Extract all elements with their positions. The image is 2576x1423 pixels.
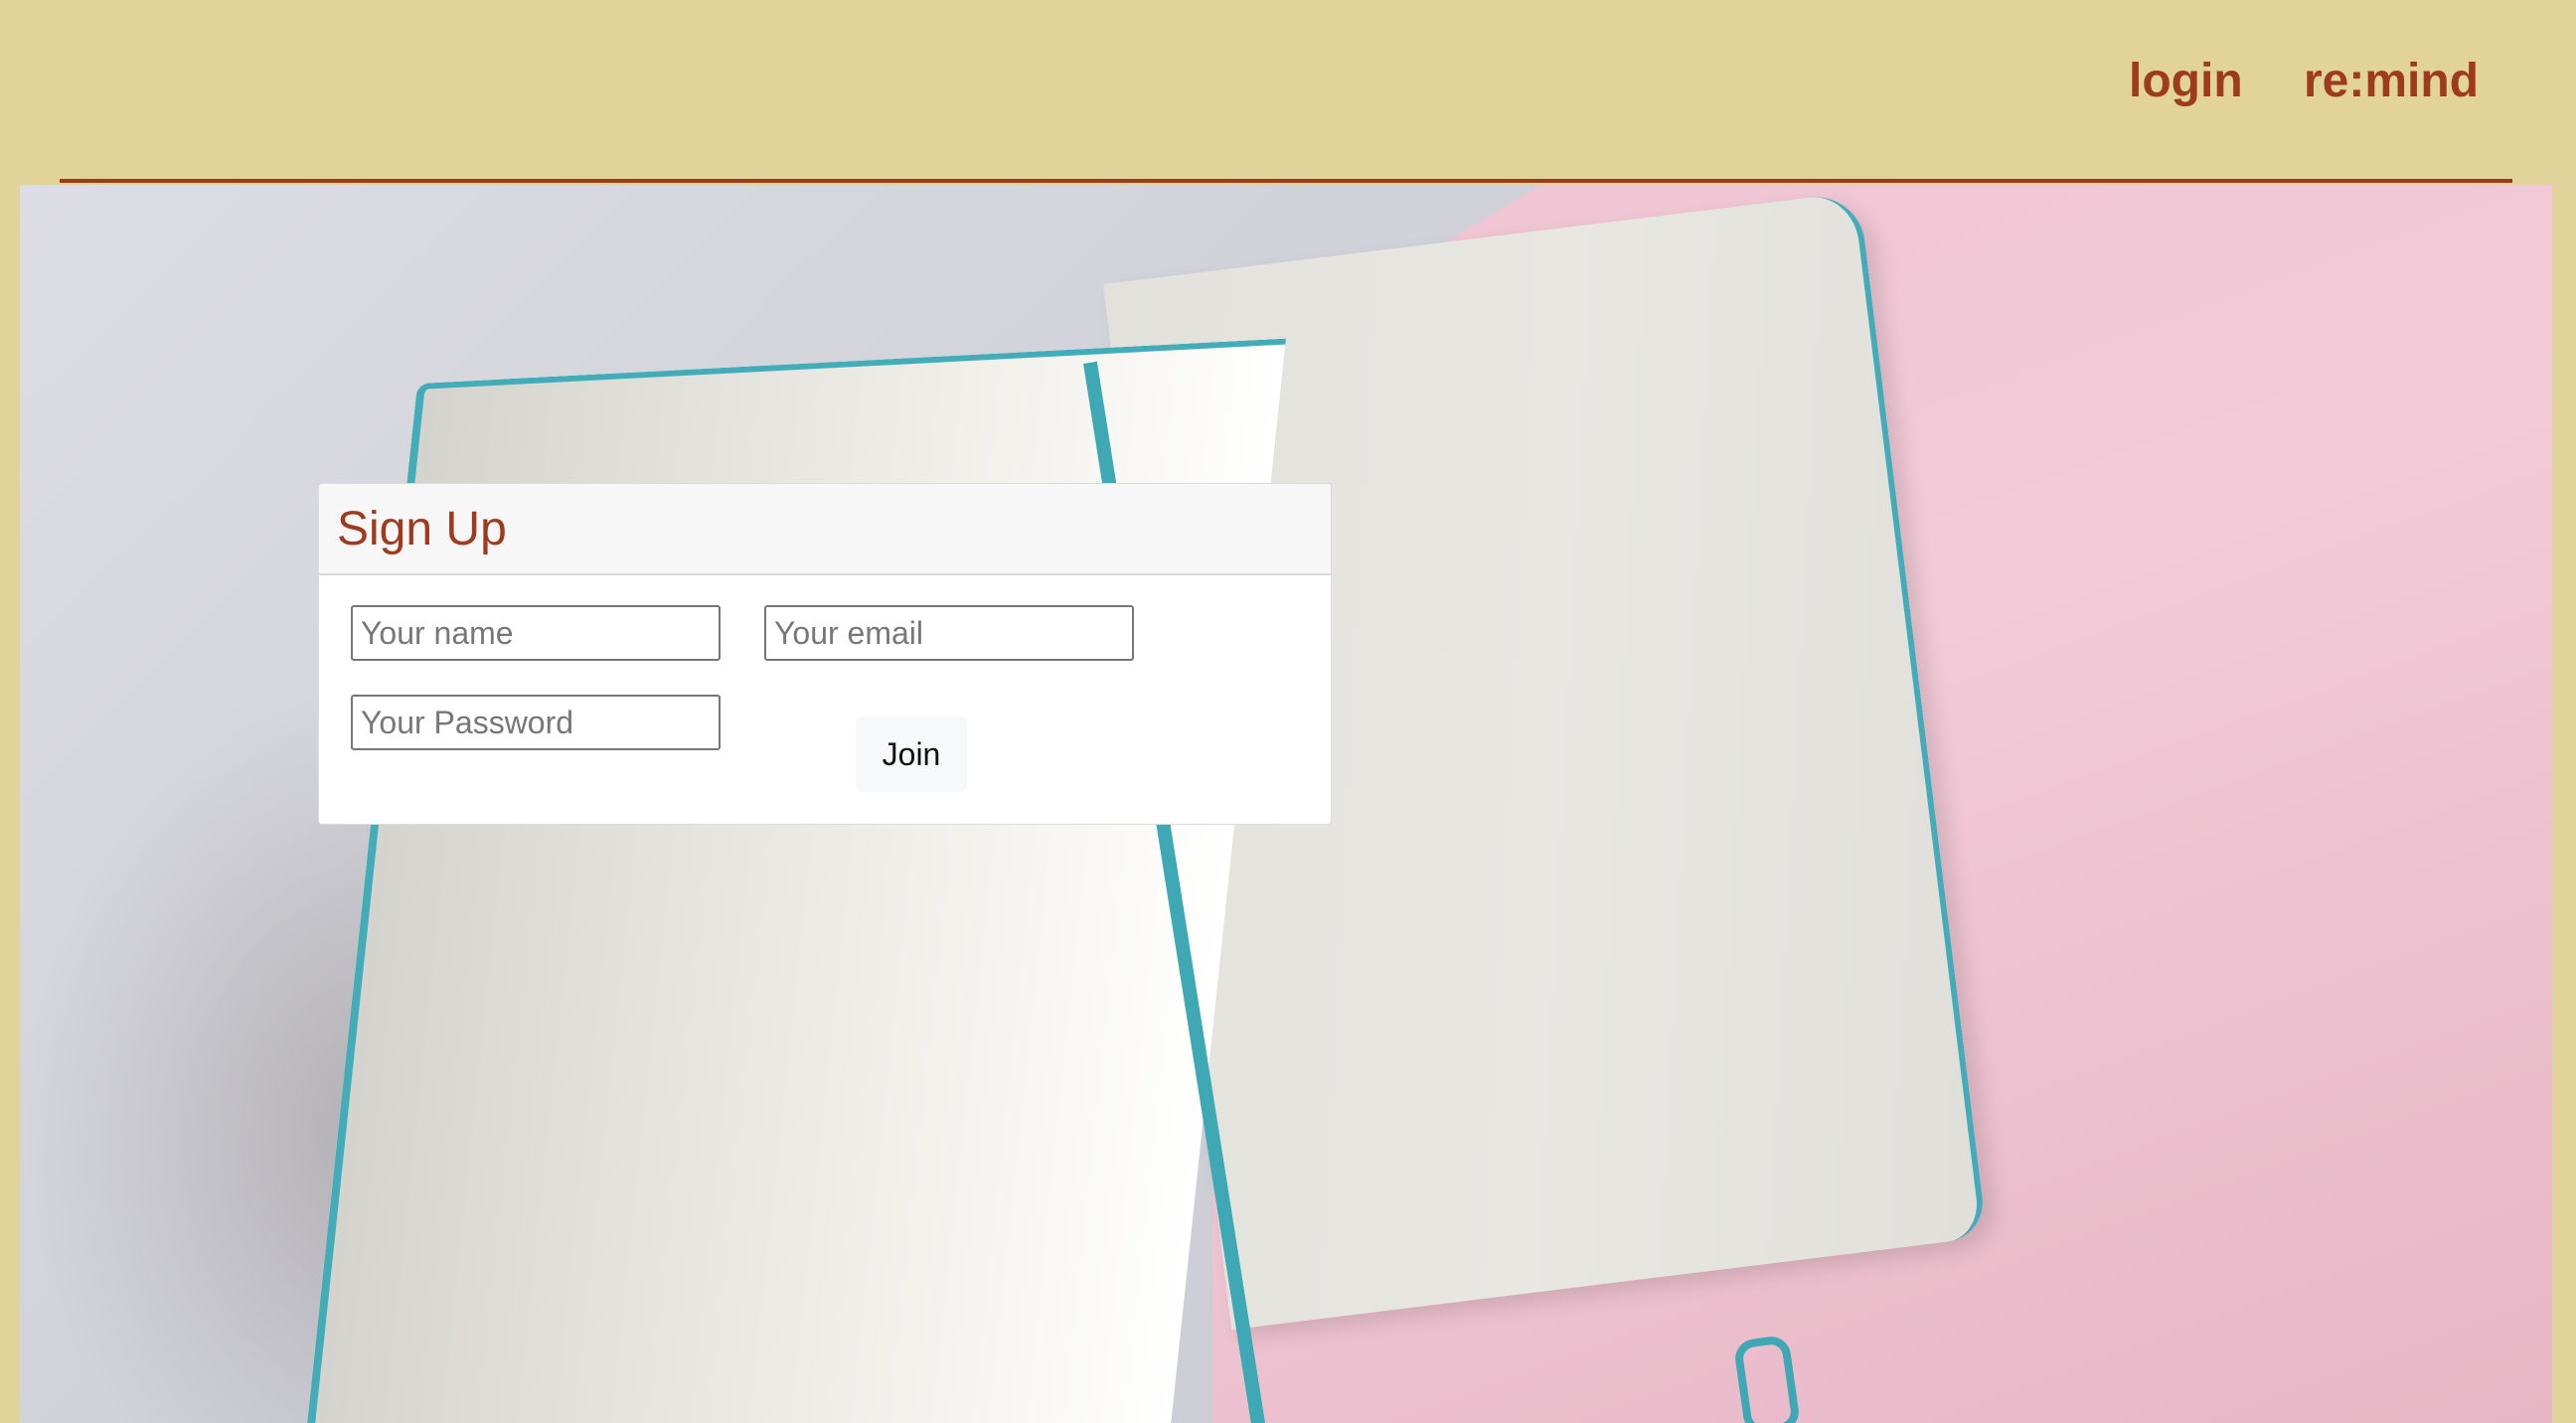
name-input[interactable] [351,605,721,661]
nav-brand-link[interactable]: re:mind [2304,52,2479,111]
signup-title: Sign Up [337,503,507,555]
signup-card: Sign Up Join [318,483,1332,825]
password-input[interactable] [351,695,721,750]
top-header: login re:mind [0,0,2576,183]
join-button[interactable]: Join [856,716,967,792]
email-input[interactable] [764,605,1134,661]
signup-card-header: Sign Up [319,484,1331,575]
header-divider [60,179,2512,183]
page: login re:mind Sign Up Join [0,0,2576,1423]
nav-login-link[interactable]: login [2129,52,2243,111]
